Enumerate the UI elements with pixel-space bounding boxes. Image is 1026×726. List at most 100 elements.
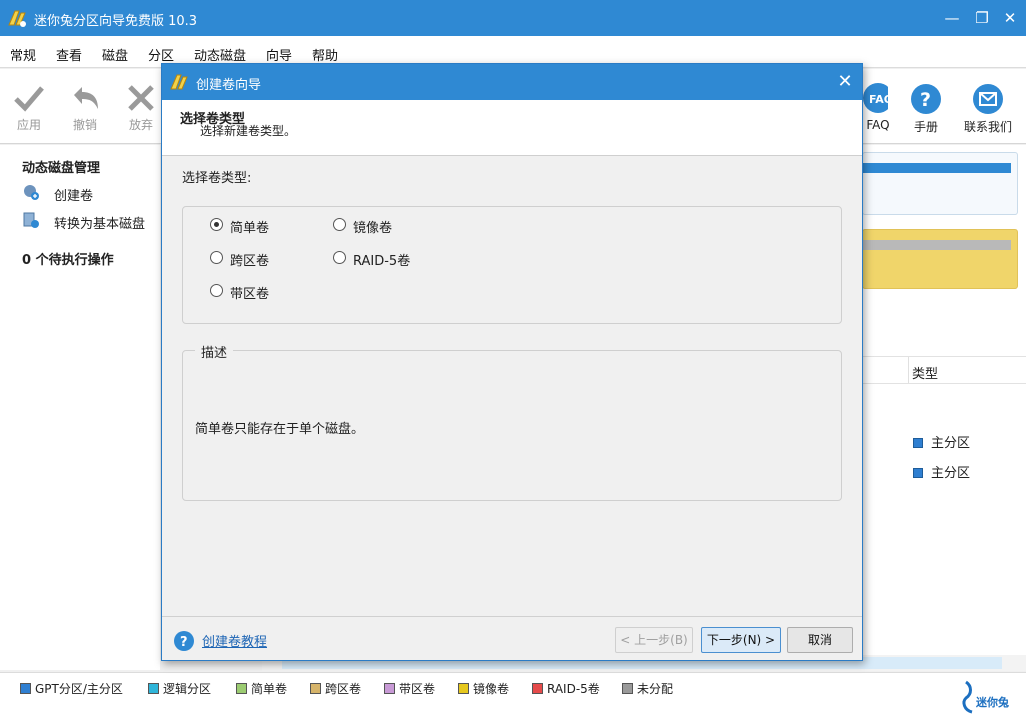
legend-item: RAID-5卷 bbox=[532, 680, 600, 697]
undo-button[interactable]: 撤销 bbox=[57, 83, 113, 133]
cancel-button[interactable]: 取消 bbox=[787, 627, 853, 653]
close-x-icon bbox=[128, 85, 154, 111]
primary-swatch bbox=[913, 468, 923, 478]
radio-label: 跨区卷 bbox=[230, 254, 270, 269]
legend-swatch bbox=[622, 683, 633, 694]
create-volume-icon bbox=[24, 185, 39, 200]
legend-label: 未分配 bbox=[637, 682, 674, 696]
description-title: 描述 bbox=[195, 342, 234, 361]
restore-button[interactable]: ❐ bbox=[972, 8, 992, 28]
partition-type-label: 主分区 bbox=[931, 466, 971, 481]
wizard-logo-icon bbox=[170, 74, 188, 90]
next-button[interactable]: 下一步(N) > bbox=[701, 627, 781, 653]
back-button[interactable]: < 上一步(B) bbox=[615, 627, 693, 653]
menu-partition[interactable]: 分区 bbox=[148, 45, 174, 64]
radio-label: RAID-5卷 bbox=[353, 254, 411, 269]
radio-unchecked-icon bbox=[333, 218, 346, 231]
convert-disk-icon bbox=[23, 212, 39, 228]
disk-map-area bbox=[862, 145, 1026, 670]
pending-operations: 0 个待执行操作 bbox=[22, 253, 114, 268]
volume-type-group: 简单卷 镜像卷 跨区卷 RAID-5卷 带区卷 bbox=[182, 206, 842, 324]
app-title: 迷你兔分区向导免费版 10.3 bbox=[34, 14, 198, 29]
checkmark-icon bbox=[14, 86, 44, 112]
radio-unchecked-icon bbox=[333, 251, 346, 264]
disk-card-1[interactable] bbox=[862, 152, 1018, 215]
legend-label: GPT分区/主分区 bbox=[35, 682, 123, 696]
legend-item: 镜像卷 bbox=[458, 680, 509, 697]
mail-icon bbox=[973, 84, 1003, 114]
legend-item: 带区卷 bbox=[384, 680, 435, 697]
undo-label: 撤销 bbox=[72, 118, 97, 132]
help-question-icon: ? bbox=[911, 84, 941, 114]
description-text: 简单卷只能存在于单个磁盘。 bbox=[195, 422, 365, 437]
brand-name: 迷你兔 bbox=[976, 696, 1009, 709]
legend-item: 跨区卷 bbox=[310, 680, 361, 697]
svg-text:?: ? bbox=[920, 89, 931, 111]
create-volume-wizard-dialog: 创建卷向导 ✕ 选择卷类型 选择新建卷类型。 选择卷类型: 简单卷 镜像卷 跨区… bbox=[161, 63, 863, 661]
color-legend: GPT分区/主分区 逻辑分区 简单卷 跨区卷 带区卷 镜像卷 RAID-5卷 未… bbox=[0, 672, 1026, 726]
tutorial-link[interactable]: 创建卷教程 bbox=[202, 631, 267, 650]
legend-swatch bbox=[20, 683, 31, 694]
app-logo-icon bbox=[8, 10, 26, 27]
wizard-step-subtitle: 选择新建卷类型。 bbox=[200, 124, 297, 138]
primary-swatch bbox=[913, 438, 923, 448]
operations-sidebar: 动态磁盘管理 创建卷 转换为基本磁盘 0 个待执行操作 bbox=[0, 145, 160, 670]
menu-general[interactable]: 常规 bbox=[10, 45, 36, 64]
svg-text:?: ? bbox=[180, 635, 188, 650]
menu-help[interactable]: 帮助 bbox=[312, 45, 338, 64]
type-column-header[interactable]: 类型 bbox=[912, 363, 938, 382]
minimize-button[interactable]: — bbox=[942, 8, 962, 28]
app-title-bar: 迷你兔分区向导免费版 10.3 — ❐ ✕ bbox=[0, 0, 1026, 36]
radio-label: 镜像卷 bbox=[353, 221, 393, 236]
dialog-footer: ? 创建卷教程 < 上一步(B) 下一步(N) > 取消 bbox=[162, 616, 862, 660]
manual-button[interactable]: ? 手册 bbox=[898, 83, 954, 135]
contact-label: 联系我们 bbox=[963, 120, 1012, 134]
legend-label: 带区卷 bbox=[399, 682, 436, 696]
faq-label: FAQ bbox=[866, 118, 890, 132]
menu-disk[interactable]: 磁盘 bbox=[102, 45, 128, 64]
legend-swatch bbox=[148, 683, 159, 694]
disk-bar bbox=[863, 163, 1011, 173]
partition-type-label: 主分区 bbox=[931, 436, 971, 451]
contact-button[interactable]: 联系我们 bbox=[960, 83, 1016, 135]
legend-item: 简单卷 bbox=[236, 680, 287, 697]
wizard-header: 选择卷类型 选择新建卷类型。 bbox=[162, 100, 862, 156]
legend-label: RAID-5卷 bbox=[547, 682, 600, 696]
legend-item: GPT分区/主分区 bbox=[20, 680, 123, 697]
radio-unchecked-icon bbox=[210, 284, 223, 297]
menu-view[interactable]: 查看 bbox=[56, 45, 82, 64]
partition-table-header: 类型 bbox=[862, 356, 1026, 384]
disk-bar bbox=[863, 240, 1011, 250]
dialog-title-bar: 创建卷向导 ✕ bbox=[162, 64, 862, 100]
legend-swatch bbox=[532, 683, 543, 694]
description-group: 描述 简单卷只能存在于单个磁盘。 bbox=[182, 342, 842, 501]
dialog-close-button[interactable]: ✕ bbox=[834, 71, 856, 93]
disk-card-2[interactable] bbox=[862, 229, 1018, 289]
close-app-button[interactable]: ✕ bbox=[1000, 8, 1020, 28]
help-circle-icon[interactable]: ? bbox=[174, 631, 194, 651]
legend-item: 逻辑分区 bbox=[148, 680, 211, 697]
radio-label: 简单卷 bbox=[230, 221, 270, 236]
legend-label: 逻辑分区 bbox=[163, 682, 212, 696]
partition-type-cell: 主分区 bbox=[913, 462, 970, 481]
undo-icon bbox=[74, 87, 98, 109]
legend-label: 跨区卷 bbox=[325, 682, 362, 696]
legend-swatch bbox=[310, 683, 321, 694]
svg-text:FAQ: FAQ bbox=[869, 93, 888, 106]
manual-label: 手册 bbox=[913, 120, 938, 134]
menu-wizard[interactable]: 向导 bbox=[266, 45, 292, 64]
dialog-title: 创建卷向导 bbox=[196, 78, 262, 93]
sidebar-item-label: 转换为基本磁盘 bbox=[54, 217, 146, 232]
radio-unchecked-icon bbox=[210, 251, 223, 264]
apply-button[interactable]: 应用 bbox=[1, 83, 57, 133]
legend-label: 简单卷 bbox=[251, 682, 288, 696]
sidebar-section-title: 动态磁盘管理 bbox=[22, 161, 101, 176]
radio-checked-icon bbox=[210, 218, 223, 231]
partition-type-cell: 主分区 bbox=[913, 432, 970, 451]
menu-dynamic-disk[interactable]: 动态磁盘 bbox=[194, 45, 246, 64]
legend-swatch bbox=[458, 683, 469, 694]
sidebar-item-label: 创建卷 bbox=[54, 189, 94, 204]
column-separator bbox=[908, 357, 909, 383]
legend-label: 镜像卷 bbox=[473, 682, 510, 696]
volume-type-label: 选择卷类型: bbox=[182, 171, 252, 186]
